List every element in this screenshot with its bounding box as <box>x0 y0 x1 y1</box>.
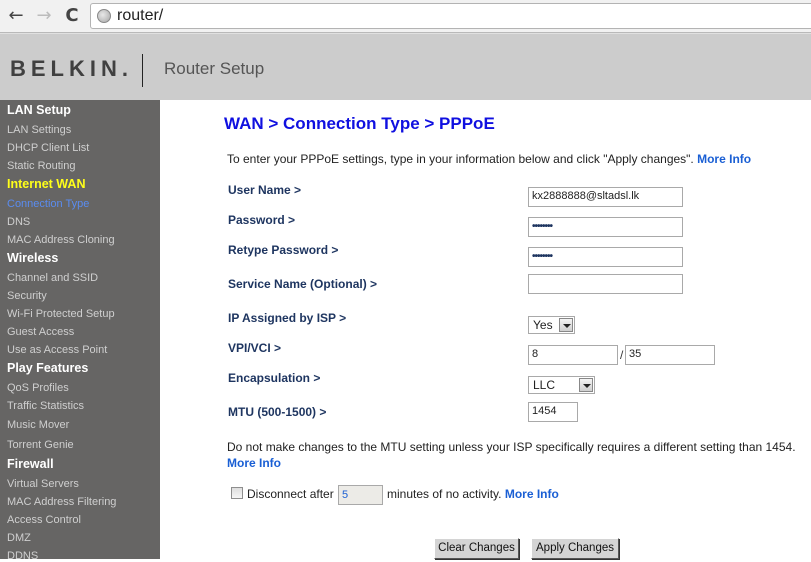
sidebar-item-guest-access[interactable]: Guest Access <box>7 326 74 338</box>
sidebar-item-mac-address-filtering[interactable]: MAC Address Filtering <box>7 496 116 508</box>
vpi-vci-separator: / <box>620 348 624 362</box>
main-content: WAN > Connection Type > PPPoE To enter y… <box>160 100 811 559</box>
sidebar-item-use-as-access-point[interactable]: Use as Access Point <box>7 344 107 356</box>
sidebar-item-traffic-statistics[interactable]: Traffic Statistics <box>7 400 84 412</box>
forward-arrow-icon[interactable]: → <box>34 6 54 26</box>
sidebar-heading-wireless[interactable]: Wireless <box>7 251 58 265</box>
mtu-note: Do not make changes to the MTU setting u… <box>227 439 797 471</box>
encapsulation-value: LLC <box>533 378 556 392</box>
sidebar-nav: LAN Setup LAN Settings DHCP Client List … <box>0 100 160 562</box>
sidebar-item-qos-profiles[interactable]: QoS Profiles <box>7 382 69 394</box>
disconnect-checkbox[interactable] <box>231 487 243 499</box>
encapsulation-select[interactable]: LLC <box>528 376 595 394</box>
reload-icon[interactable]: C <box>62 6 82 26</box>
sidebar-item-dns[interactable]: DNS <box>7 216 30 228</box>
retype-password-input[interactable]: •••••••• <box>528 247 683 267</box>
sidebar-heading-firewall[interactable]: Firewall <box>7 457 54 471</box>
sidebar-item-dhcp-client-list[interactable]: DHCP Client List <box>7 142 89 154</box>
chevron-down-icon[interactable] <box>559 318 573 332</box>
ip-assigned-select[interactable]: Yes <box>528 316 575 334</box>
username-label: User Name > <box>228 183 302 197</box>
disconnect-minutes-input[interactable]: 5 <box>338 485 383 505</box>
vpi-vci-label: VPI/VCI > <box>228 341 282 355</box>
sidebar-item-connection-type[interactable]: Connection Type <box>7 198 89 210</box>
sidebar-heading-internet-wan[interactable]: Internet WAN <box>7 177 85 191</box>
intro-text: To enter your PPPoE settings, type in yo… <box>227 152 751 166</box>
disconnect-more-info-link[interactable]: More Info <box>505 487 559 501</box>
chevron-down-icon[interactable] <box>579 378 593 392</box>
globe-icon <box>97 9 111 23</box>
disconnect-prefix: Disconnect after <box>247 487 334 501</box>
address-bar[interactable]: router/ <box>90 3 811 29</box>
disconnect-suffix: minutes of no activity. <box>387 487 502 501</box>
sidebar-item-access-control[interactable]: Access Control <box>7 514 81 526</box>
sidebar-item-wifi-protected-setup[interactable]: Wi-Fi Protected Setup <box>7 308 115 320</box>
app-title: Router Setup <box>164 59 265 78</box>
url-text[interactable]: router/ <box>117 7 163 25</box>
sidebar-item-music-mover[interactable]: Music Mover <box>7 419 69 431</box>
belkin-logo: BELKIN. <box>10 56 133 81</box>
mtu-input[interactable]: 1454 <box>528 402 578 422</box>
encapsulation-label: Encapsulation > <box>228 371 321 385</box>
sidebar-item-mac-address-cloning[interactable]: MAC Address Cloning <box>7 234 115 246</box>
apply-changes-button[interactable]: Apply Changes <box>531 538 619 559</box>
mtu-label: MTU (500-1500) > <box>228 405 327 419</box>
page-header: BELKIN. Router Setup <box>0 33 811 100</box>
vci-input[interactable]: 35 <box>625 345 715 365</box>
clear-changes-button[interactable]: Clear Changes <box>434 538 519 559</box>
browser-toolbar: ← → C router/ <box>0 0 811 33</box>
sidebar-heading-play-features[interactable]: Play Features <box>7 361 88 375</box>
sidebar-item-virtual-servers[interactable]: Virtual Servers <box>7 478 79 490</box>
mtu-note-text: Do not make changes to the MTU setting u… <box>227 440 796 454</box>
back-arrow-icon[interactable]: ← <box>6 6 26 26</box>
sidebar-item-static-routing[interactable]: Static Routing <box>7 160 75 172</box>
retype-password-label: Retype Password > <box>228 243 339 257</box>
more-info-link[interactable]: More Info <box>697 152 751 166</box>
sidebar-item-security[interactable]: Security <box>7 290 47 302</box>
page-title: WAN > Connection Type > PPPoE <box>224 114 495 133</box>
service-name-input[interactable] <box>528 274 683 294</box>
intro-description: To enter your PPPoE settings, type in yo… <box>227 152 694 166</box>
password-input[interactable]: •••••••• <box>528 217 683 237</box>
header-divider <box>142 54 143 87</box>
mtu-more-info-link[interactable]: More Info <box>227 456 281 470</box>
sidebar-heading-lan-setup[interactable]: LAN Setup <box>7 103 71 117</box>
vpi-input[interactable]: 8 <box>528 345 618 365</box>
service-name-label: Service Name (Optional) > <box>228 277 378 291</box>
password-label: Password > <box>228 213 296 227</box>
ip-assigned-label: IP Assigned by ISP > <box>228 311 347 325</box>
disconnect-suffix-text: minutes of no activity. More Info <box>387 487 559 501</box>
sidebar-item-dmz[interactable]: DMZ <box>7 532 31 544</box>
username-input[interactable]: kx2888888@sltadsl.lk <box>528 187 683 207</box>
sidebar-item-lan-settings[interactable]: LAN Settings <box>7 124 71 136</box>
sidebar-item-channel-and-ssid[interactable]: Channel and SSID <box>7 272 98 284</box>
sidebar-item-torrent-genie[interactable]: Torrent Genie <box>7 439 74 451</box>
ip-assigned-value: Yes <box>533 318 553 332</box>
sidebar-item-ddns[interactable]: DDNS <box>7 550 38 562</box>
